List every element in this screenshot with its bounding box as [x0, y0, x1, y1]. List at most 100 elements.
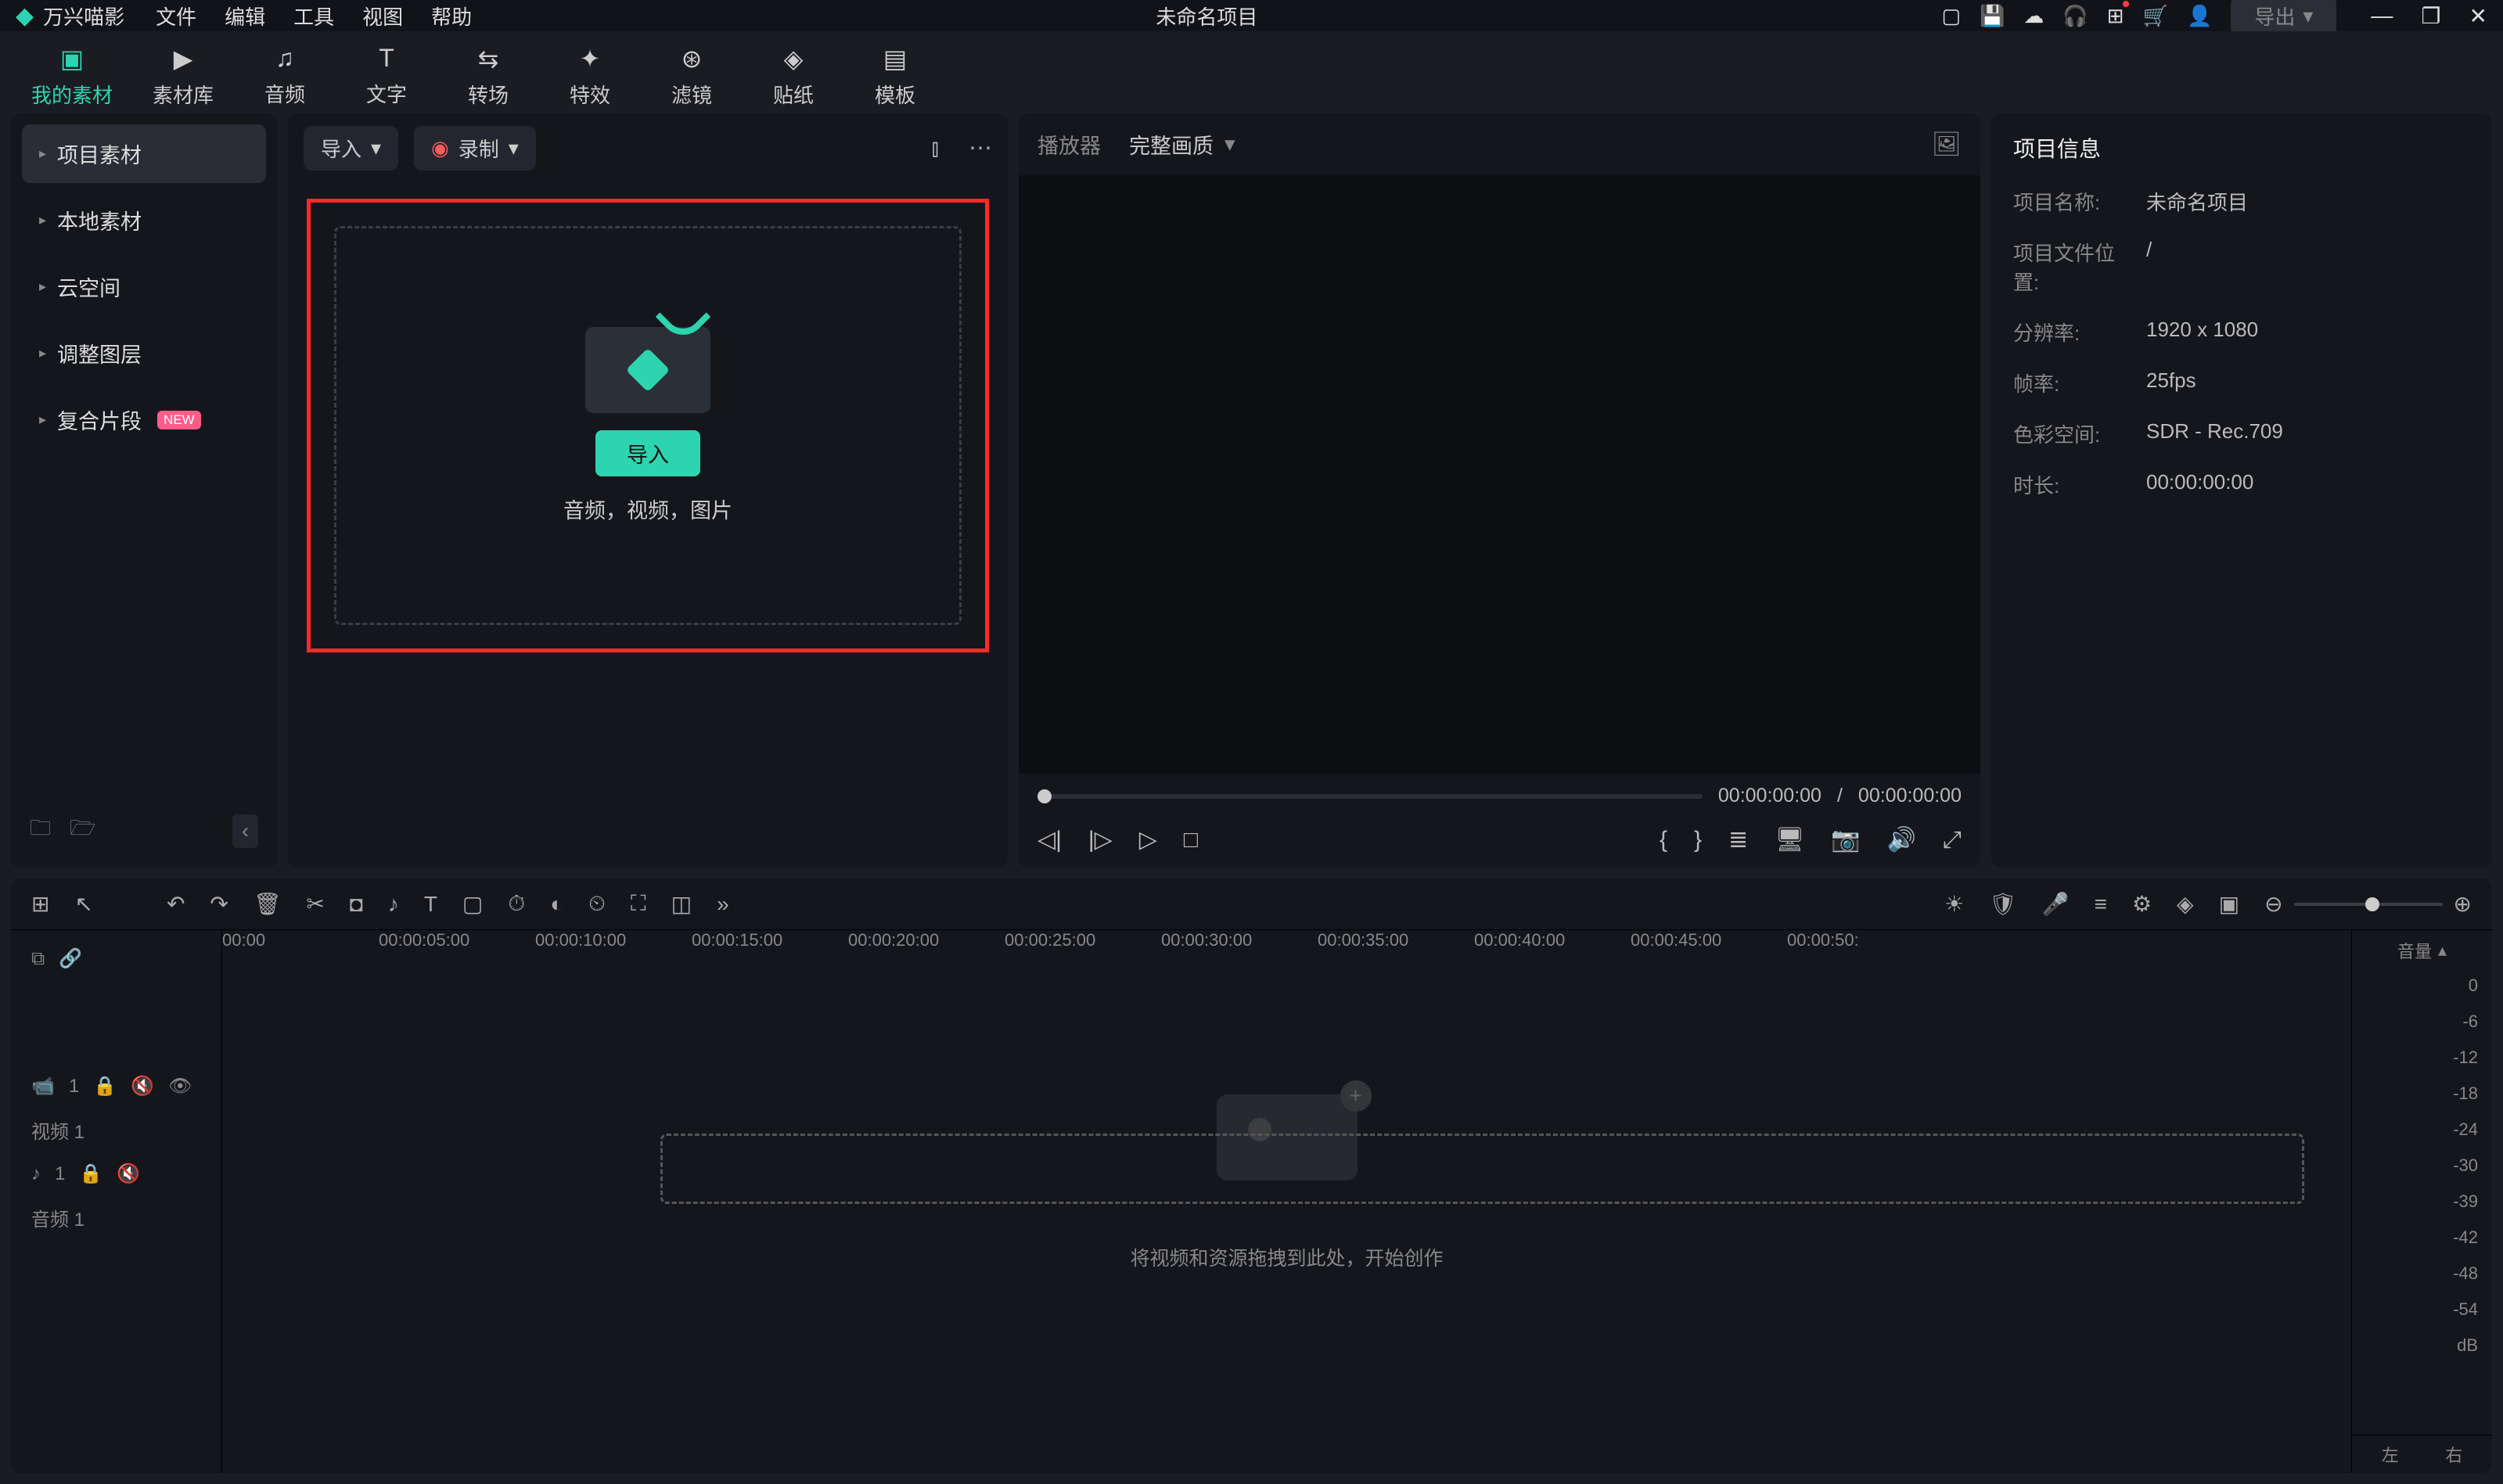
import-highlight-box: 导入 音频，视频，图片 [307, 199, 989, 652]
tl-speed-icon[interactable]: ⏱ [508, 891, 525, 917]
info-title: 项目信息 [2013, 132, 2470, 163]
tl-grid-icon[interactable]: ⊞ [31, 891, 49, 917]
more-icon[interactable]: ⋯ [969, 135, 992, 162]
user-icon[interactable]: 👤 [2187, 4, 2212, 28]
filter-icon[interactable]: ⫾ [931, 135, 939, 162]
tl-eq-icon[interactable]: ≡ [2095, 892, 2107, 917]
folder-add-icon[interactable]: 🗀 [30, 813, 51, 849]
zoom-in-icon[interactable]: ⊕ [2454, 891, 2472, 917]
prev-frame-icon[interactable]: ◁| [1038, 826, 1062, 853]
collapse-button[interactable]: ‹ [232, 814, 258, 848]
camera-icon[interactable]: 📷 [1831, 826, 1860, 853]
tl-link-icon[interactable]: 🔗 [59, 947, 82, 970]
track-lock-icon[interactable]: 🔒 [93, 1075, 117, 1098]
tab-my-media[interactable]: ▣我的素材 [31, 44, 113, 109]
import-button[interactable]: 导入 [595, 430, 700, 476]
info-path-value: / [2146, 238, 2152, 296]
track-video-icon: 📹 [31, 1075, 55, 1098]
timeline-ruler[interactable]: 00:0000:00:05:0000:00:10:0000:00:15:0000… [222, 930, 2351, 957]
tl-sun-icon[interactable]: ☀ [1944, 891, 1964, 917]
save-icon[interactable]: 💾 [1980, 4, 2005, 28]
menu-tools[interactable]: 工具 [293, 2, 334, 31]
tl-ai-icon[interactable]: ⚙ [2132, 891, 2152, 917]
export-button[interactable]: 导出▾ [2231, 0, 2336, 34]
stop-icon[interactable]: □ [1184, 827, 1198, 853]
tl-cut-icon[interactable]: ✂ [306, 891, 324, 917]
menu-file[interactable]: 文件 [156, 2, 196, 31]
track-lock-icon[interactable]: 🔒 [79, 1162, 102, 1185]
tab-effects[interactable]: ✦特效 [559, 44, 621, 109]
track-mute-icon[interactable]: 🔇 [131, 1075, 154, 1098]
tab-filter[interactable]: ⊛滤镜 [660, 44, 723, 109]
transition-icon: ⇆ [478, 44, 499, 74]
tl-more-icon[interactable]: » [717, 892, 729, 917]
timeline-dropzone[interactable] [660, 1134, 2304, 1204]
sidebar-item-local[interactable]: ▸本地素材 [22, 191, 266, 250]
tl-music-icon[interactable]: ♪ [388, 892, 399, 917]
tl-render-icon[interactable]: ▣ [2219, 891, 2239, 917]
volume-icon[interactable]: 🔊 [1887, 826, 1916, 853]
cloud-icon[interactable]: ☁ [2023, 4, 2044, 28]
device-icon[interactable]: ▢ [1941, 4, 1961, 28]
caret-icon: ▸ [39, 345, 46, 361]
play-icon[interactable]: ▷ [1139, 826, 1157, 853]
tl-shield-icon[interactable]: 🛡 [1989, 891, 2017, 917]
tl-undo-icon[interactable]: ↶ [167, 891, 185, 917]
tab-template[interactable]: ▤模板 [864, 44, 926, 109]
app-logo-icon: ◆ [16, 2, 34, 30]
zoom-slider[interactable] [2294, 903, 2443, 906]
step-back-icon[interactable]: |▷ [1088, 826, 1113, 853]
info-res-value: 1920 x 1080 [2146, 318, 2258, 347]
window-minimize[interactable]: — [2371, 3, 2393, 29]
sidebar-item-compound[interactable]: ▸复合片段NEW [22, 390, 266, 449]
window-maximize[interactable]: ❐ [2421, 3, 2440, 29]
display-icon[interactable]: 🖥 [1775, 826, 1804, 853]
tl-color-icon[interactable]: ◐ [550, 892, 563, 917]
sidebar-item-adjust[interactable]: ▸调整图层 [22, 324, 266, 383]
track-audio-label: 音频 1 [11, 1195, 221, 1241]
tl-mic-icon[interactable]: 🎤 [2042, 891, 2070, 917]
window-close[interactable]: ✕ [2469, 3, 2487, 29]
tl-track-icon[interactable]: ◫ [671, 891, 692, 917]
tl-mask-icon[interactable]: ▢ [462, 891, 483, 917]
quality-select[interactable]: 完整画质▾ [1117, 124, 1248, 164]
tab-audio[interactable]: ♫音频 [254, 44, 316, 109]
menu-view[interactable]: 视图 [362, 2, 403, 31]
tl-stopwatch-icon[interactable]: ⏲ [588, 891, 606, 917]
menu-help[interactable]: 帮助 [431, 2, 472, 31]
import-dropzone[interactable]: 导入 音频，视频，图片 [334, 226, 962, 625]
import-dropdown[interactable]: 导入▾ [304, 126, 398, 171]
tl-marker-icon[interactable]: ◈ [2177, 891, 2194, 917]
player-progress[interactable] [1038, 794, 1703, 799]
tl-fit-icon[interactable]: ⛶ [631, 891, 646, 917]
sidebar-item-cloud[interactable]: ▸云空间 [22, 257, 266, 316]
snapshot-icon[interactable]: 🖼 [1932, 131, 1962, 158]
sidebar-item-project[interactable]: ▸项目素材 [22, 124, 266, 183]
record-dropdown[interactable]: ◉录制▾ [414, 126, 536, 171]
apps-icon[interactable]: ⊞ [2107, 4, 2124, 28]
volume-label: 音量 [2397, 938, 2432, 963]
track-eye-icon[interactable]: 👁 [168, 1075, 192, 1098]
tl-dup-icon[interactable]: ⧉ [31, 948, 45, 970]
channel-left: 左 [2382, 1442, 2399, 1467]
tab-text[interactable]: T文字 [355, 44, 418, 109]
tab-sticker[interactable]: ◈贴纸 [762, 44, 825, 109]
tab-stock[interactable]: ▶素材库 [152, 44, 214, 109]
tl-cursor-icon[interactable]: ↖ [74, 891, 92, 917]
fullscreen-icon[interactable]: ⤢ [1943, 827, 1962, 853]
zoom-out-icon[interactable]: ⊖ [2264, 891, 2282, 917]
mark-in-icon[interactable]: { [1660, 827, 1667, 853]
tl-delete-icon[interactable]: 🗑 [254, 891, 282, 917]
tl-text-icon[interactable]: T [424, 892, 437, 917]
headset-icon[interactable]: 🎧 [2062, 4, 2088, 28]
info-dur-label: 时长: [2013, 470, 2123, 499]
menu-edit[interactable]: 编辑 [225, 2, 265, 31]
folder-icon[interactable]: 🗁 [70, 813, 95, 849]
track-mute-icon[interactable]: 🔇 [117, 1162, 140, 1185]
tab-transition[interactable]: ⇆转场 [457, 44, 520, 109]
compare-icon[interactable]: ≣ [1728, 826, 1748, 853]
mark-out-icon[interactable]: } [1694, 827, 1702, 853]
cart-icon[interactable]: 🛒 [2143, 4, 2168, 28]
tl-redo-icon[interactable]: ↷ [210, 891, 228, 917]
tl-crop-icon[interactable]: ◘ [350, 892, 363, 917]
